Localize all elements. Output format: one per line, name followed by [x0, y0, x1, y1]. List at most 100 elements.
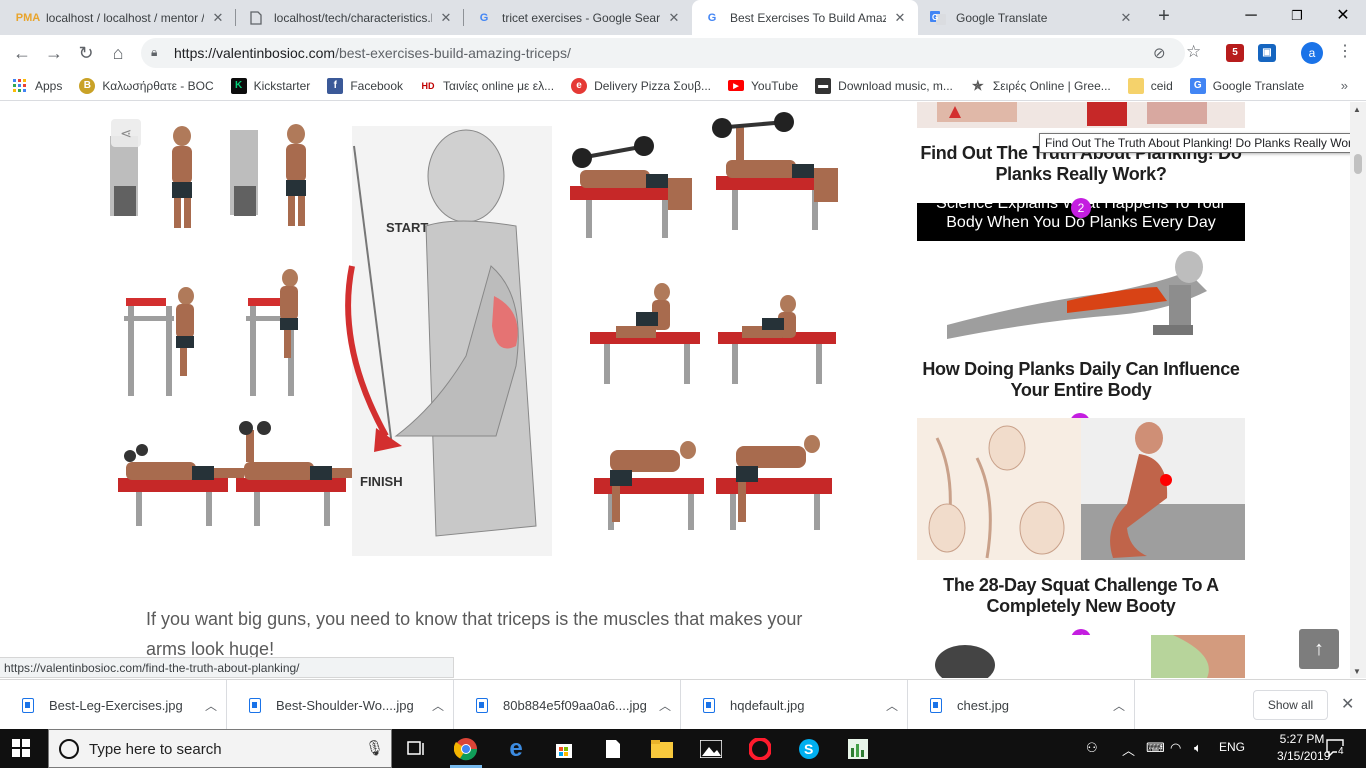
bookmark-facebook[interactable]: f Facebook	[327, 77, 403, 94]
chevron-up-icon[interactable]: ︿	[196, 697, 226, 714]
chevron-up-icon[interactable]: ︿	[1104, 697, 1134, 714]
close-downloads-icon[interactable]: ✕	[1341, 694, 1354, 714]
download-item[interactable]: hqdefault.jpg ︿	[681, 680, 908, 730]
avatar[interactable]: a	[1301, 42, 1323, 64]
chevron-up-icon[interactable]: ︿	[650, 697, 680, 714]
close-window-icon[interactable]: ✕	[1320, 0, 1366, 32]
sidebar-item-3-image[interactable]	[917, 418, 1245, 560]
tab-characteristics[interactable]: localhost/tech/characteristics.h ✕	[236, 0, 464, 35]
article-paragraph: If you want big guns, you need to know t…	[146, 609, 803, 659]
opera-taskbar-icon[interactable]	[740, 732, 780, 765]
anatomy-pushdown-illustration: START FINISH	[345, 126, 552, 556]
bookmark-series-online[interactable]: ✯ Σειρές Online | Gree...	[970, 78, 1110, 94]
menu-icon[interactable]: ⋮	[1337, 41, 1353, 61]
sidebar-item-2-image[interactable]	[917, 241, 1245, 345]
system-clock[interactable]: 5:27 PM 3/15/2019	[1277, 731, 1330, 765]
youtube-icon: ▶	[728, 80, 744, 91]
wifi-icon[interactable]: ◠	[1170, 740, 1181, 756]
google-icon: G	[479, 11, 489, 24]
restore-icon[interactable]: ❐	[1274, 0, 1320, 32]
pma-icon: PMA	[15, 11, 41, 24]
sidebar-item-1-image[interactable]	[917, 102, 1245, 128]
sidebar-item-2-title[interactable]: How Doing Planks Daily Can Influence You…	[917, 359, 1245, 401]
bookmark-download-music[interactable]: ▬ Download music, m...	[815, 77, 953, 94]
sidebar-item-3-title[interactable]: The 28-Day Squat Challenge To A Complete…	[917, 575, 1245, 617]
download-item[interactable]: 80b884e5f09aa0a6....jpg ︿	[454, 680, 681, 730]
tab-title: Best Exercises To Build Amazin	[730, 10, 886, 25]
bookmark-apps[interactable]: Apps	[12, 78, 62, 94]
tab-title: Google Translate	[956, 10, 1048, 25]
scroll-to-top-button[interactable]: ↑	[1299, 629, 1339, 669]
bookmark-google-translate[interactable]: G Google Translate	[1189, 77, 1304, 94]
scroll-up-icon[interactable]: ▲	[1353, 105, 1361, 114]
chevron-up-icon[interactable]: ︿	[1122, 740, 1135, 759]
bookmark-delivery-pizza[interactable]: e Delivery Pizza Σουβ...	[571, 77, 711, 94]
photos-taskbar-icon[interactable]	[691, 732, 731, 765]
tab-google-translate[interactable]: G Google Translate ✕	[918, 0, 1144, 35]
tab-google-search[interactable]: G tricet exercises - Google Search ✕	[464, 0, 692, 35]
sidebar-item-4-image[interactable]	[917, 635, 1245, 678]
hd-video-icon: HD	[421, 80, 435, 91]
extension-badge-icon[interactable]: 5	[1226, 44, 1244, 62]
chevron-up-icon[interactable]: ︿	[423, 697, 453, 714]
facebook-icon: f	[327, 77, 344, 94]
keyboard-icon[interactable]: ⌨	[1146, 740, 1165, 756]
extension-icon[interactable]: ▣	[1258, 44, 1276, 62]
page-content: START FINISH ⋖ If you want big guns, you…	[0, 102, 1350, 678]
chrome-taskbar-icon[interactable]	[446, 732, 486, 768]
volume-icon[interactable]: 🔈︎	[1194, 740, 1202, 756]
lock-icon[interactable]: 🔒︎	[151, 45, 157, 60]
close-icon[interactable]: ✕	[1118, 10, 1134, 26]
image-file-icon	[703, 697, 715, 713]
chevron-up-icon[interactable]: ︿	[877, 697, 907, 714]
tab-strip: PMA localhost / localhost / mentor / ✕ l…	[0, 0, 1366, 35]
page-scrollbar[interactable]: ▲ ▼	[1350, 102, 1366, 678]
forward-button[interactable]: →	[40, 39, 68, 67]
people-icon[interactable]: ⚇	[1086, 740, 1098, 756]
taskbar-search-input[interactable]: Type here to search 🎙︎	[48, 729, 392, 768]
skype-taskbar-icon[interactable]: S	[789, 732, 829, 765]
scroll-down-icon[interactable]: ▼	[1353, 667, 1361, 676]
download-item[interactable]: chest.jpg ︿	[908, 680, 1135, 730]
reload-button[interactable]: ↻	[72, 39, 100, 67]
bookmark-hd-movies[interactable]: HD Ταινίες online με ελ...	[420, 78, 555, 94]
close-icon[interactable]: ✕	[666, 10, 682, 26]
show-all-downloads-button[interactable]: Show all	[1253, 690, 1328, 720]
download-item[interactable]: Best-Shoulder-Wo....jpg ︿	[227, 680, 454, 730]
tab-title: tricet exercises - Google Search	[502, 10, 660, 25]
tab-best-exercises[interactable]: G Best Exercises To Build Amazin ✕	[692, 0, 918, 35]
home-button[interactable]: ⌂	[104, 39, 132, 67]
image-file-icon	[22, 697, 34, 713]
share-icon[interactable]: ⋖	[111, 119, 141, 147]
language-indicator[interactable]: ENG	[1219, 740, 1245, 754]
task-view-icon[interactable]	[396, 732, 436, 765]
bookmark-youtube[interactable]: ▶ YouTube	[728, 79, 798, 93]
tab-phpmyadmin[interactable]: PMA localhost / localhost / mentor / ✕	[8, 0, 236, 35]
file-explorer-taskbar-icon[interactable]	[642, 732, 682, 765]
close-icon[interactable]: ✕	[210, 10, 226, 26]
close-icon[interactable]: ✕	[438, 10, 454, 26]
file-taskbar-icon[interactable]	[593, 732, 633, 765]
address-bar[interactable]: 🔒︎ https://valentinbosioc.com/best-exerc…	[141, 38, 1185, 68]
back-button[interactable]: ←	[8, 39, 36, 67]
bookmark-star-icon[interactable]: ☆	[1186, 42, 1201, 62]
download-item[interactable]: Best-Leg-Exercises.jpg ︿	[0, 680, 227, 730]
bookmark-ceid[interactable]: ceid	[1127, 77, 1173, 94]
bookmark-boc[interactable]: B Καλωσήρθατε - BOC	[79, 77, 214, 94]
new-tab-button[interactable]: +	[1152, 5, 1176, 29]
more-bookmarks-icon[interactable]: »	[1341, 78, 1348, 93]
translate-icon: G	[930, 10, 946, 26]
kickstarter-icon: K	[230, 77, 247, 94]
notification-center-icon[interactable]: 4	[1325, 738, 1347, 758]
store-taskbar-icon[interactable]	[544, 732, 584, 765]
cookie-blocked-icon[interactable]: ⊘	[1153, 44, 1166, 62]
spreadsheet-taskbar-icon[interactable]	[838, 732, 878, 765]
windows-start-icon[interactable]	[12, 739, 30, 762]
sidebar-badge-2: 2	[1071, 198, 1091, 218]
minimize-icon[interactable]: ─	[1228, 0, 1274, 32]
scrollbar-thumb[interactable]	[1354, 154, 1362, 174]
edge-taskbar-icon[interactable]: e	[496, 732, 536, 765]
bookmark-kickstarter[interactable]: K Kickstarter	[230, 77, 310, 94]
microphone-icon[interactable]: 🎙︎	[365, 739, 384, 757]
close-icon[interactable]: ✕	[892, 10, 908, 26]
